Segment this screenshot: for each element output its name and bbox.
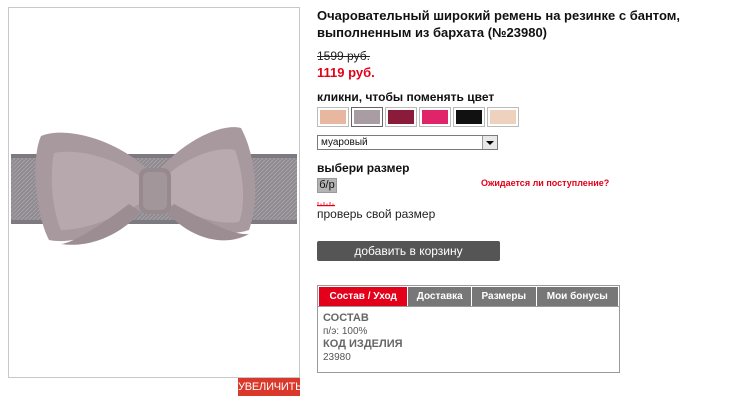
tab-composition-care[interactable]: Состав / Уход	[319, 287, 408, 306]
dropdown-arrow-icon[interactable]	[482, 136, 497, 149]
composition-value: п/э: 100%	[323, 326, 368, 337]
color-swatches	[317, 107, 519, 127]
check-size-link[interactable]: проверь свой размер	[317, 207, 435, 221]
color-heading: кликни, чтобы поменять цвет	[317, 90, 495, 104]
tab-sizes[interactable]: Размеры	[471, 287, 536, 306]
color-swatch-peach[interactable]	[317, 107, 349, 127]
sale-price: 1119 руб.	[317, 65, 375, 80]
product-image[interactable]	[8, 7, 300, 378]
color-select[interactable]: муаровый	[317, 135, 498, 150]
add-to-cart-button[interactable]: добавить в корзину	[317, 241, 500, 261]
product-title: Очаровательный широкий ремень на резинке…	[317, 8, 681, 40]
color-swatch-mauve[interactable]	[351, 107, 383, 127]
belt-with-bow-illustration	[11, 127, 297, 245]
awaiting-restock-link[interactable]: Ожидается ли поступление?	[481, 178, 609, 188]
product-details-tabs: Состав / Уход Доставка Размеры Мои бонус…	[317, 285, 620, 373]
size-heading: выбери размер	[317, 161, 410, 175]
tab-my-bonuses[interactable]: Мои бонусы	[536, 287, 619, 306]
product-code-heading: КОД ИЗДЕЛИЯ	[323, 338, 403, 350]
product-code-value: 23980	[323, 352, 351, 363]
tab-panel-composition: СОСТАВ п/э: 100% КОД ИЗДЕЛИЯ 23980	[318, 307, 619, 364]
size-option-one-size[interactable]: б/р	[317, 178, 337, 193]
tab-delivery[interactable]: Доставка	[408, 287, 471, 306]
composition-heading: СОСТАВ	[323, 312, 369, 324]
zoom-button[interactable]: УВЕЛИЧИТЬ	[238, 378, 302, 396]
old-price: 1599 руб.	[317, 49, 370, 63]
tab-bar: Состав / Уход Доставка Размеры Мои бонус…	[318, 286, 619, 307]
color-swatch-burgundy[interactable]	[385, 107, 417, 127]
color-swatch-nude[interactable]	[487, 107, 519, 127]
color-swatch-pink[interactable]	[419, 107, 451, 127]
color-select-value: муаровый	[321, 137, 368, 148]
color-swatch-black[interactable]	[453, 107, 485, 127]
